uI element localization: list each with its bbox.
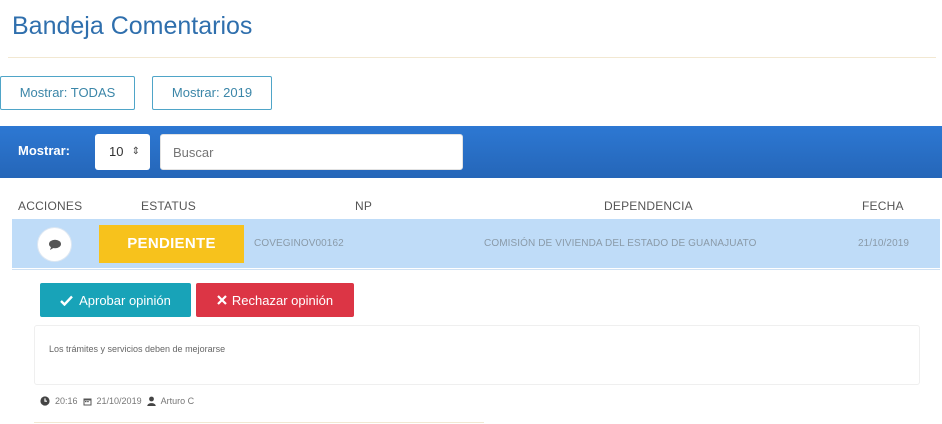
title-divider xyxy=(8,57,936,58)
comment-author: Arturo C xyxy=(160,396,195,406)
approve-button[interactable]: Aprobar opinión xyxy=(40,283,191,317)
clock-icon xyxy=(40,396,50,406)
header-np: NP xyxy=(355,199,373,213)
comment-text: Los trámites y servicios deben de mejora… xyxy=(49,344,226,354)
status-badge: PENDIENTE xyxy=(99,225,244,263)
comment-date: 21/10/2019 xyxy=(96,396,142,406)
comment-time: 20:16 xyxy=(55,396,78,406)
header-fecha: FECHA xyxy=(862,199,904,213)
show-label: Mostrar: xyxy=(18,143,71,158)
check-icon xyxy=(60,295,73,306)
reject-label: Rechazar opinión xyxy=(231,292,334,308)
page-size-value: 10 xyxy=(109,144,124,159)
cell-fecha: 21/10/2019 xyxy=(858,238,910,249)
comment-meta: 20:16 21/10/2019 Arturo C xyxy=(40,396,194,406)
bottom-divider xyxy=(34,422,484,423)
close-icon xyxy=(217,295,227,305)
row-divider xyxy=(12,269,940,270)
page-title: Bandeja Comentarios xyxy=(12,12,253,40)
cell-dependencia: COMISIÓN DE VIVIENDA DEL ESTADO DE GUANA… xyxy=(484,238,757,249)
comment-box: Los trámites y servicios deben de mejora… xyxy=(34,325,920,385)
header-acciones: ACCIONES xyxy=(18,199,83,213)
filter-2019-button[interactable]: Mostrar: 2019 xyxy=(152,76,272,110)
comment-icon xyxy=(48,239,61,250)
header-estatus: ESTATUS xyxy=(141,199,196,213)
cell-np: COVEGINOV00162 xyxy=(254,238,344,249)
approve-label: Aprobar opinión xyxy=(79,292,171,308)
user-icon xyxy=(146,396,156,406)
page-size-select[interactable]: 10 ⇕ xyxy=(95,134,150,170)
view-comment-button[interactable] xyxy=(38,228,71,261)
sort-arrows-icon: ⇕ xyxy=(131,146,140,157)
reject-button[interactable]: Rechazar opinión xyxy=(196,283,354,317)
filter-all-button[interactable]: Mostrar: TODAS xyxy=(0,76,135,110)
search-input[interactable] xyxy=(160,134,463,170)
header-dependencia: DEPENDENCIA xyxy=(604,199,693,213)
calendar-icon xyxy=(83,398,92,405)
